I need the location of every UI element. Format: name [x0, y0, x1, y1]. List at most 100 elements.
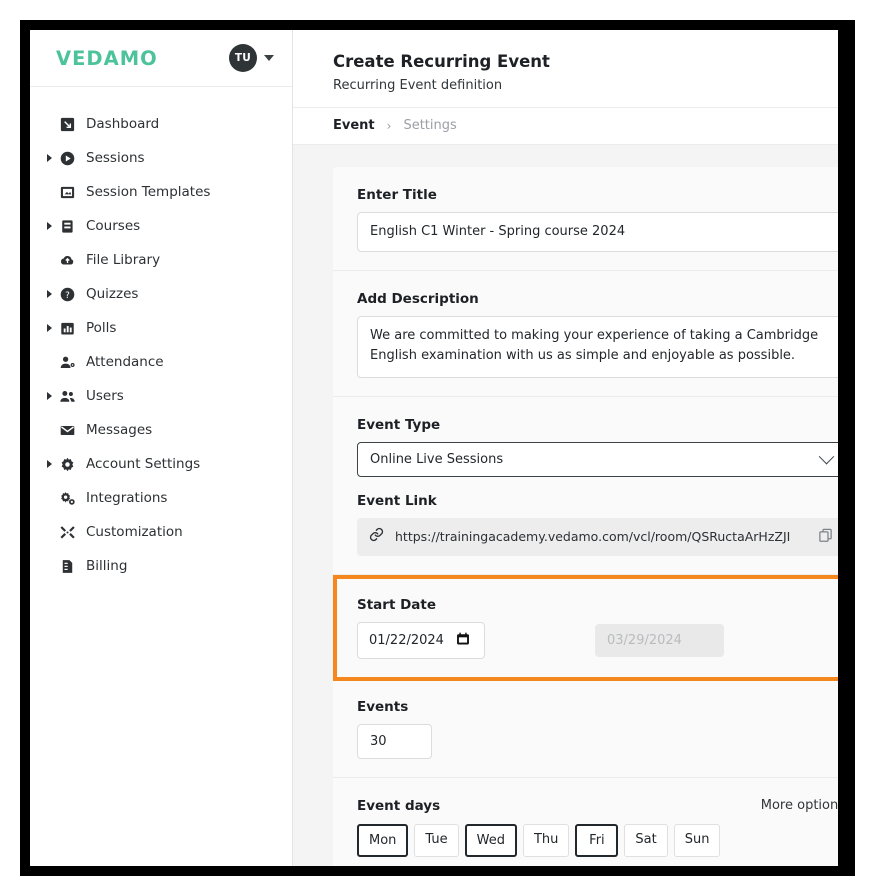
start-date-value: 01/22/2024	[369, 632, 444, 648]
envelope-icon	[56, 422, 78, 439]
sidebar-item-polls[interactable]: Polls	[30, 311, 292, 345]
event-form-card: Enter Title English C1 Winter - Spring c…	[333, 166, 838, 866]
page-title: Create Recurring Event	[333, 52, 550, 71]
sidebar-item-dashboard[interactable]: Dashboard	[30, 107, 292, 141]
question-circle-icon: ?	[56, 286, 78, 303]
sidebar-item-label: Billing	[86, 558, 128, 574]
sidebar-item-session-templates[interactable]: Session Templates	[30, 175, 292, 209]
events-input[interactable]: 30	[357, 723, 432, 759]
day-button-thu[interactable]: Thu	[522, 823, 570, 857]
tools-icon	[56, 524, 78, 541]
description-textarea[interactable]: We are committed to making your experien…	[357, 315, 838, 378]
sidebar-item-label: Users	[86, 388, 124, 404]
chevron-right-icon[interactable]	[42, 324, 56, 332]
start-date-label: Start Date	[357, 596, 437, 613]
breadcrumb: Event › Settings	[293, 107, 838, 145]
event-days-label: Event days	[357, 797, 441, 814]
description-label: Add Description	[357, 290, 479, 307]
title-label: Enter Title	[357, 186, 437, 203]
avatar[interactable]: TU	[229, 44, 257, 72]
event-type-label: Event Type	[357, 416, 441, 433]
sidebar-item-users[interactable]: Users	[30, 379, 292, 413]
gears-icon	[56, 490, 78, 507]
sidebar-nav: Dashboard Sessions Session Templates Course…	[30, 87, 292, 583]
page-header: Create Recurring Event Recurring Event d…	[293, 30, 838, 107]
brand-bar: VEDAMO TU	[30, 30, 292, 87]
event-link-row: https://trainingacademy.vedamo.com/vcl/r…	[357, 517, 838, 556]
start-date-input[interactable]: 01/22/2024	[357, 621, 485, 659]
svg-text:?: ?	[65, 290, 70, 300]
book-icon	[56, 218, 78, 235]
sidebar-item-customization[interactable]: Customization	[30, 515, 292, 549]
chevron-right-icon: ›	[386, 118, 392, 133]
sidebar-item-account-settings[interactable]: Account Settings	[30, 447, 292, 481]
sidebar-item-label: Courses	[86, 218, 141, 234]
day-button-fri[interactable]: Fri	[575, 823, 619, 857]
breadcrumb-item-settings[interactable]: Settings	[403, 118, 456, 133]
event-days-section: Event days More options Mon Tue Wed Thu Fri S…	[333, 778, 838, 866]
sidebar-item-sessions[interactable]: Sessions	[30, 141, 292, 175]
template-icon	[56, 184, 78, 201]
chevron-down-icon	[818, 448, 835, 465]
day-button-tue[interactable]: Tue	[414, 823, 459, 857]
day-button-sun[interactable]: Sun	[673, 823, 721, 857]
sidebar-item-attendance[interactable]: Attendance	[30, 345, 292, 379]
event-type-value: Online Live Sessions	[370, 451, 504, 467]
sidebar-item-quizzes[interactable]: ? Quizzes	[30, 277, 292, 311]
user-menu[interactable]: TU	[229, 44, 274, 72]
bar-chart-icon	[56, 320, 78, 337]
sidebar-item-label: Dashboard	[86, 116, 160, 132]
sidebar-item-label: Session Templates	[86, 184, 211, 200]
day-button-sat[interactable]: Sat	[624, 823, 668, 857]
start-date-section: Start Date 01/22/2024 03/29/2024	[333, 574, 838, 681]
sidebar-item-label: Polls	[86, 320, 117, 336]
chevron-right-icon[interactable]	[42, 290, 56, 298]
vedamo-logo[interactable]: VEDAMO	[56, 47, 158, 70]
users-icon	[56, 388, 78, 405]
form-scroll-area: Enter Title English C1 Winter - Spring c…	[293, 144, 838, 866]
invoice-icon	[56, 558, 78, 575]
date-row: 01/22/2024 03/29/2024	[357, 621, 838, 659]
title-input[interactable]: English C1 Winter - Spring course 2024	[357, 211, 838, 252]
sidebar-item-label: Quizzes	[86, 286, 139, 302]
dashboard-icon	[56, 116, 78, 133]
sidebar-item-integrations[interactable]: Integrations	[30, 481, 292, 515]
calendar-icon[interactable]	[456, 631, 470, 650]
title-section: Enter Title English C1 Winter - Spring c…	[333, 167, 838, 271]
sidebar-item-billing[interactable]: Billing	[30, 549, 292, 583]
event-type-select[interactable]: Online Live Sessions	[357, 441, 838, 477]
sidebar-item-courses[interactable]: Courses	[30, 209, 292, 243]
events-label: Events	[357, 698, 409, 715]
event-link-label: Event Link	[357, 492, 437, 509]
sidebar-item-label: File Library	[86, 252, 161, 268]
gear-icon	[56, 456, 78, 473]
more-options-link[interactable]: More options	[761, 798, 838, 813]
chevron-right-icon[interactable]	[42, 392, 56, 400]
user-check-icon	[56, 354, 78, 371]
sidebar-item-file-library[interactable]: File Library	[30, 243, 292, 277]
cloud-upload-icon	[56, 252, 78, 269]
sidebar-item-label: Attendance	[86, 354, 164, 370]
copy-icon[interactable]	[818, 527, 833, 547]
screenshot-frame: VEDAMO TU Dashboard Sessions Session Templ…	[20, 20, 855, 876]
day-button-mon[interactable]: Mon	[357, 823, 409, 857]
chevron-right-icon[interactable]	[42, 222, 56, 230]
sidebar-item-label: Integrations	[86, 490, 168, 506]
sidebar-item-label: Customization	[86, 524, 183, 540]
play-circle-icon	[56, 150, 78, 167]
chevron-right-icon[interactable]	[42, 460, 56, 468]
sidebar-item-messages[interactable]: Messages	[30, 413, 292, 447]
sidebar-item-label: Sessions	[86, 150, 145, 166]
chevron-down-icon[interactable]	[264, 55, 274, 61]
event-link-value[interactable]: https://trainingacademy.vedamo.com/vcl/r…	[395, 529, 807, 544]
event-days-row: Mon Tue Wed Thu Fri Sat Sun	[357, 823, 838, 857]
chevron-right-icon[interactable]	[42, 154, 56, 162]
main-content: Create Recurring Event Recurring Event d…	[293, 30, 838, 866]
sidebar-item-label: Messages	[86, 422, 153, 438]
description-section: Add Description We are committed to maki…	[333, 271, 838, 397]
day-button-wed[interactable]: Wed	[464, 823, 517, 857]
event-type-section: Event Type Online Live Sessions Event Li…	[333, 397, 838, 575]
breadcrumb-item-event[interactable]: Event	[333, 118, 375, 133]
app-window: VEDAMO TU Dashboard Sessions Session Templ…	[30, 30, 838, 866]
end-date-input-disabled: 03/29/2024	[595, 623, 724, 657]
